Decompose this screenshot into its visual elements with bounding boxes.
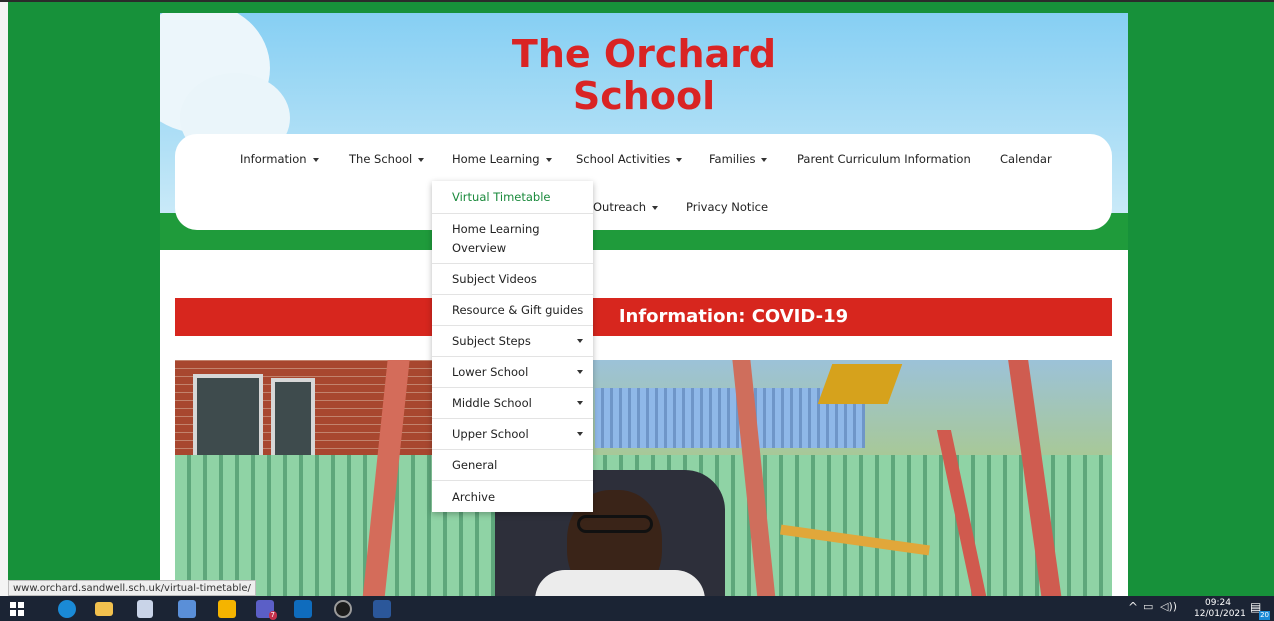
dropdown-item-general[interactable]: General [432, 450, 593, 481]
notification-icon[interactable]: ▤ 20 [1250, 600, 1270, 620]
nav-label: Information [240, 152, 307, 166]
nav-item-information[interactable]: Information [240, 152, 319, 166]
store-icon[interactable] [137, 600, 153, 618]
browser-left-edge [0, 2, 8, 596]
nav-label: Parent Curriculum Information [797, 152, 971, 166]
dropdown-item-archive[interactable]: Archive [432, 481, 593, 512]
dropdown-label: Archive [452, 489, 496, 504]
caret-down-icon [577, 339, 583, 343]
site-title[interactable]: The Orchard School [160, 33, 1128, 117]
main-navigation: Information The School Home Learning Sch… [175, 134, 1112, 230]
word-icon[interactable] [373, 600, 391, 618]
nav-label: Calendar [1000, 152, 1052, 166]
nav-item-privacy-notice[interactable]: Privacy Notice [686, 200, 768, 214]
media-player-icon[interactable] [334, 600, 352, 618]
nav-label: The School [349, 152, 413, 166]
covid-banner-text: Information: COVID-19 [618, 306, 849, 327]
notification-count: 20 [1259, 611, 1270, 620]
browser-top-edge [0, 0, 1274, 2]
outlook-icon[interactable] [294, 600, 312, 618]
caret-down-icon [676, 157, 683, 162]
nav-item-the-school[interactable]: The School [349, 152, 425, 166]
dropdown-item-lower-school[interactable]: Lower School [432, 357, 593, 388]
caret-down-icon [577, 370, 583, 374]
nav-label: Privacy Notice [686, 200, 769, 214]
browser-status-url: www.orchard.sandwell.sch.uk/virtual-time… [8, 580, 256, 596]
dropdown-label: Subject Steps [452, 334, 531, 348]
nav-item-outreach[interactable]: Outreach [593, 200, 659, 214]
dropdown-item-home-learning-overview[interactable]: Home Learning Overview [432, 214, 593, 264]
playground-photo [175, 360, 1112, 596]
nav-label: School Activities [576, 152, 671, 166]
nav-item-school-activities[interactable]: School Activities [576, 152, 683, 166]
caret-down-icon [312, 157, 319, 162]
dropdown-item-resource-gift-guides[interactable]: Resource & Gift guides [432, 295, 593, 326]
windows-taskbar: 7 ^ ▭ ◁)) 09:24 12/01/2021 ▤ 20 [0, 596, 1274, 621]
web-page: The Orchard School Information The Schoo… [160, 13, 1128, 596]
nav-label: Home Learning [452, 152, 540, 166]
dropdown-label: Home Learning Overview [452, 221, 540, 255]
clock-time: 09:24 [1205, 598, 1231, 608]
dropdown-label: General [452, 458, 498, 472]
caret-down-icon [418, 157, 425, 162]
photo-shade-sail [817, 364, 903, 404]
dropdown-item-upper-school[interactable]: Upper School [432, 419, 593, 450]
edge-browser-icon[interactable] [58, 600, 76, 618]
home-learning-dropdown: Virtual Timetable Home Learning Overview… [432, 181, 593, 512]
nav-label: Families [709, 152, 756, 166]
site-title-line2: School [572, 74, 716, 118]
file-explorer-icon[interactable] [95, 602, 113, 616]
network-app-icon[interactable] [178, 600, 196, 618]
dropdown-item-subject-steps[interactable]: Subject Steps [432, 326, 593, 357]
dropdown-label: Resource & Gift guides [452, 303, 584, 317]
caret-down-icon [761, 157, 768, 162]
network-icon[interactable]: ▭ [1143, 600, 1153, 613]
caret-down-icon [577, 401, 583, 405]
covid-banner[interactable]: Information: COVID-19 [175, 298, 1112, 336]
dropdown-item-middle-school[interactable]: Middle School [432, 388, 593, 419]
windows-start-icon[interactable] [10, 602, 24, 616]
dropdown-label: Virtual Timetable [452, 190, 551, 204]
volume-icon[interactable]: ◁)) [1160, 600, 1177, 613]
caret-down-icon [652, 205, 659, 210]
nav-item-calendar[interactable]: Calendar [1000, 152, 1052, 166]
dropdown-label: Subject Videos [452, 272, 537, 286]
dropdown-item-virtual-timetable[interactable]: Virtual Timetable [432, 181, 593, 214]
site-title-line1: The Orchard [511, 32, 777, 76]
nav-item-families[interactable]: Families [709, 152, 768, 166]
dropdown-label: Middle School [452, 396, 532, 410]
caret-down-icon [577, 432, 583, 436]
sticky-notes-icon[interactable] [218, 600, 236, 618]
teams-badge: 7 [268, 611, 277, 620]
dropdown-label: Lower School [452, 365, 529, 379]
nav-label: Outreach [593, 200, 647, 214]
dropdown-label: Upper School [452, 427, 529, 441]
clock-date: 12/01/2021 [1194, 609, 1246, 619]
caret-down-icon [545, 157, 552, 162]
dropdown-item-subject-videos[interactable]: Subject Videos [432, 264, 593, 295]
nav-item-home-learning[interactable]: Home Learning [452, 152, 552, 166]
teams-icon[interactable]: 7 [256, 600, 277, 620]
nav-item-parent-curriculum[interactable]: Parent Curriculum Information [797, 152, 971, 166]
photo-glasses [577, 515, 653, 533]
taskbar-clock[interactable]: 09:24 12/01/2021 [1194, 598, 1246, 620]
chevron-up-icon[interactable]: ^ [1128, 600, 1138, 614]
photo-shirt [535, 570, 705, 596]
